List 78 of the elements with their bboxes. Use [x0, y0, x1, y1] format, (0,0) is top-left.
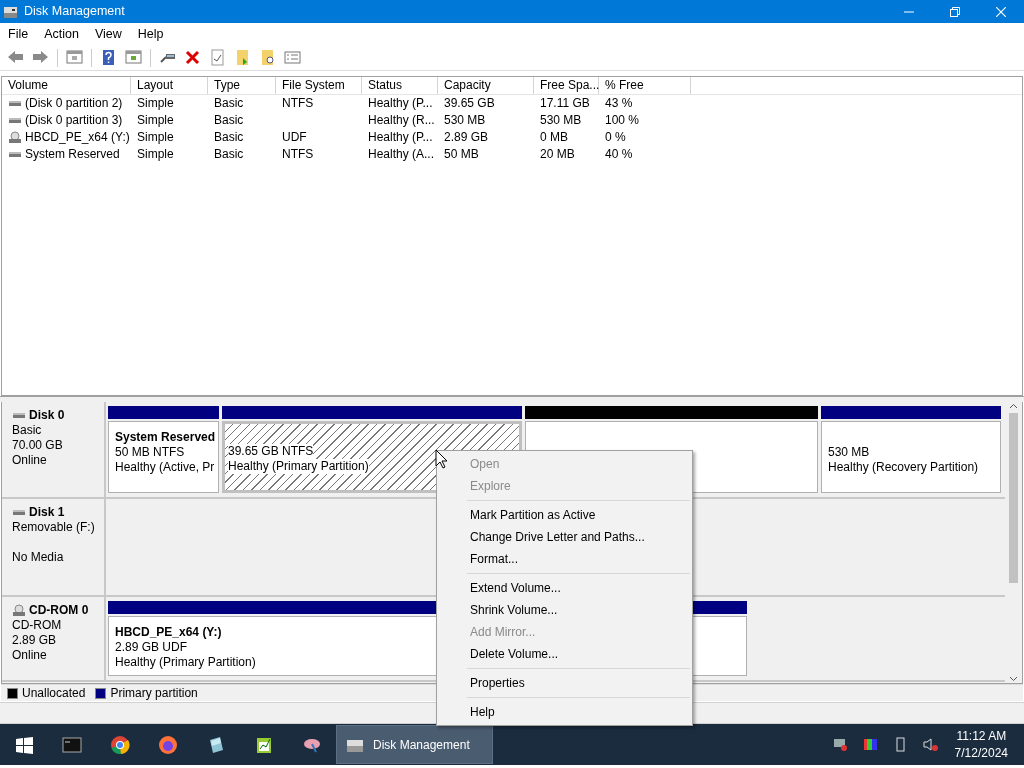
- table-cell: 2.89 GB: [444, 130, 489, 144]
- table-cell: UDF: [282, 130, 307, 144]
- partition-block[interactable]: System Reserved 50 MB NTFS Healthy (Active, Pr: [108, 421, 219, 493]
- disk-name: Disk 1: [29, 505, 65, 520]
- partition-info: Healthy (Primary Partition): [115, 655, 256, 670]
- menu-item[interactable]: Change Drive Letter and Paths...: [437, 526, 692, 548]
- column-header[interactable]: Capacity: [438, 77, 534, 94]
- table-cell: System Reserved: [25, 146, 120, 163]
- partition-title: System Reserved: [115, 430, 216, 445]
- table-cell: 43 %: [605, 96, 633, 110]
- partition-info: 50 MB NTFS: [115, 445, 185, 460]
- table-cell: Simple: [137, 130, 174, 144]
- partition-info: Healthy (Recovery Partition): [828, 460, 979, 475]
- table-cell: NTFS: [282, 96, 314, 110]
- table-cell: 40 %: [605, 147, 633, 161]
- column-header[interactable]: Layout: [131, 77, 208, 94]
- disk-info: 70.00 GB: [12, 438, 64, 453]
- table-cell: 20 MB: [540, 147, 575, 161]
- column-header[interactable]: Type: [208, 77, 276, 94]
- partition-info: 39.65 GB NTFS: [228, 444, 314, 459]
- disk-name: CD-ROM 0: [29, 603, 89, 618]
- partition-info: Healthy (Primary Partition): [228, 459, 369, 474]
- disk-info: Removable (F:): [12, 520, 96, 535]
- column-header[interactable]: Status: [362, 77, 438, 94]
- table-cell: Basic: [214, 113, 244, 127]
- disk-info: 2.89 GB: [12, 633, 58, 648]
- disk-info: CD-ROM: [12, 618, 63, 633]
- menu-item[interactable]: View: [86, 23, 130, 45]
- column-header[interactable]: File System: [276, 77, 362, 94]
- menu-item[interactable]: Delete Volume...: [437, 643, 692, 665]
- window-title: Disk Management: [23, 3, 125, 21]
- legend-label: Unallocated: [22, 685, 86, 702]
- table-cell: Simple: [137, 96, 174, 110]
- table-cell: 530 MB: [444, 113, 486, 127]
- disk-status: No Media: [12, 550, 65, 565]
- table-cell: Basic: [214, 147, 244, 161]
- table-cell: Simple: [137, 147, 174, 161]
- table-cell: Healthy (P...: [368, 96, 433, 110]
- clock-date: 7/12/2024: [954, 744, 1008, 762]
- menu-item[interactable]: Help: [437, 701, 692, 723]
- table-cell: HBCD_PE_x64 (Y:): [25, 129, 130, 146]
- table-cell: 17.11 GB: [540, 96, 590, 110]
- menu-item[interactable]: File: [0, 23, 37, 45]
- menu-item[interactable]: Help: [129, 23, 172, 45]
- partition-block[interactable]: 530 MB Healthy (Recovery Partition): [821, 421, 1001, 493]
- table-cell: 50 MB: [444, 147, 479, 161]
- legend-label: Primary partition: [110, 685, 198, 702]
- table-cell: Basic: [214, 96, 244, 110]
- clock-time: 11:12 AM: [955, 727, 1008, 745]
- table-cell: 100 %: [605, 113, 640, 127]
- menu-item[interactable]: Format...: [437, 548, 692, 570]
- table-cell: 530 MB: [540, 113, 582, 127]
- table-cell: Healthy (P...: [368, 130, 433, 144]
- disk-info: Basic: [12, 423, 43, 438]
- table-cell: (Disk 0 partition 2): [25, 95, 123, 112]
- partition-info: Healthy (Active, Pr: [115, 460, 215, 475]
- table-cell: 39.65 GB: [444, 96, 495, 110]
- partition-info: 2.89 GB UDF: [115, 640, 188, 655]
- table-cell: Basic: [214, 130, 244, 144]
- table-cell: NTFS: [282, 147, 314, 161]
- disk-status: Online: [12, 648, 48, 663]
- menu-item[interactable]: Action: [36, 23, 87, 45]
- table-cell: 0 MB: [540, 130, 568, 144]
- column-header[interactable]: % Free: [599, 77, 691, 94]
- disk-status: Online: [12, 453, 48, 468]
- partition-info: 530 MB: [828, 445, 870, 460]
- table-cell: 0 %: [605, 130, 626, 144]
- column-header[interactable]: Free Spa...: [534, 77, 599, 94]
- menu-item[interactable]: Extend Volume...: [437, 577, 692, 599]
- table-cell: Healthy (A...: [368, 147, 435, 161]
- column-header[interactable]: Volume: [2, 77, 131, 94]
- table-cell: Healthy (R...: [368, 113, 435, 127]
- taskbar-window-button[interactable]: Disk Management: [336, 725, 493, 764]
- partition-title: HBCD_PE_x64 (Y:): [115, 625, 222, 640]
- menu-item[interactable]: Mark Partition as Active: [437, 504, 692, 526]
- table-cell: (Disk 0 partition 3): [25, 112, 123, 129]
- disk-name: Disk 0: [29, 408, 65, 423]
- table-cell: Simple: [137, 113, 174, 127]
